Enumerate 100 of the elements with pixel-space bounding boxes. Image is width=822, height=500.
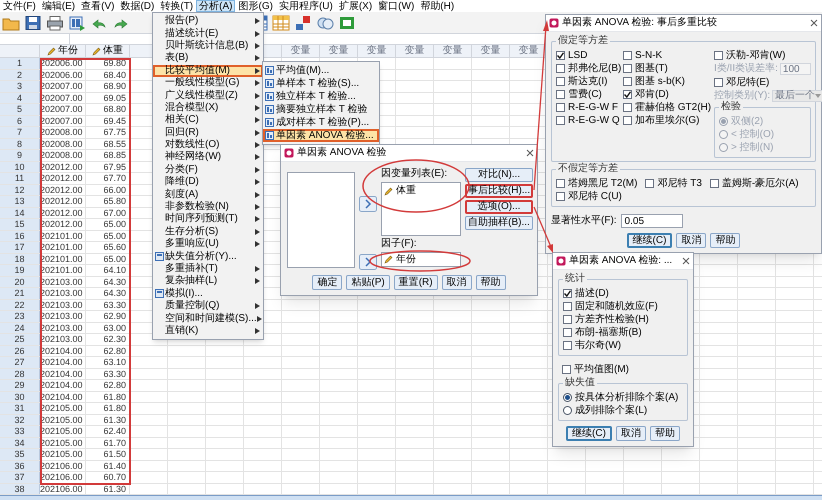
row-number[interactable]: 35 bbox=[0, 449, 40, 460]
move-arrow-button[interactable] bbox=[359, 196, 377, 212]
dialog-button[interactable]: 自助抽样(B)... bbox=[465, 216, 533, 230]
row-number[interactable]: 38 bbox=[0, 484, 40, 494]
row-number[interactable]: 9 bbox=[0, 150, 40, 160]
checkbox-label[interactable]: 邓肯(D) bbox=[635, 90, 669, 100]
dialog-button[interactable]: 取消 bbox=[442, 275, 472, 290]
checkbox[interactable] bbox=[556, 116, 565, 125]
checkbox[interactable] bbox=[623, 51, 632, 60]
list-box[interactable]: 体重 bbox=[381, 182, 461, 236]
row-number[interactable]: 14 bbox=[0, 208, 40, 218]
menu-item[interactable]: 单因素 ANOVA 检验... bbox=[263, 129, 379, 142]
dialog-button[interactable]: 粘贴(P) bbox=[346, 275, 390, 290]
row-number[interactable]: 4 bbox=[0, 92, 40, 103]
move-arrow-button[interactable] bbox=[359, 254, 377, 270]
menu-bar-item[interactable]: 分析(A) bbox=[196, 0, 236, 12]
checkbox[interactable] bbox=[714, 51, 723, 60]
row-number[interactable]: 33 bbox=[0, 426, 40, 436]
row-number[interactable]: 19 bbox=[0, 265, 40, 276]
dialog-button[interactable]: 帮助 bbox=[476, 275, 506, 290]
checkbox-label[interactable]: 韦尔奇(W) bbox=[575, 340, 622, 350]
menu-bar-item[interactable]: 数据(D) bbox=[117, 0, 158, 12]
checkbox-label[interactable]: 描述(D) bbox=[575, 288, 609, 298]
checkbox-label[interactable]: 固定和随机效应(F) bbox=[575, 302, 658, 312]
dialog-button[interactable]: 事后比较(H)... bbox=[465, 184, 533, 198]
radio-label[interactable]: 成列排除个案(L) bbox=[575, 406, 648, 416]
row-number[interactable]: 15 bbox=[0, 219, 40, 230]
menu-item[interactable]: 刻度(A) bbox=[153, 188, 263, 201]
framed-window-icon[interactable] bbox=[338, 14, 356, 30]
checkbox[interactable] bbox=[556, 179, 565, 188]
checkbox-label[interactable]: 方差齐性检验(H) bbox=[575, 314, 649, 324]
checkbox-label[interactable]: 沃勒-邓肯(W) bbox=[726, 50, 786, 60]
radio-button[interactable] bbox=[563, 406, 572, 415]
checkbox-label[interactable]: 霍赫伯格 GT2(H) bbox=[635, 102, 712, 112]
checkbox-label[interactable]: 加布里埃尔(G) bbox=[635, 116, 700, 126]
menu-bar-item[interactable]: 窗口(W) bbox=[375, 0, 418, 12]
checkbox[interactable] bbox=[563, 328, 572, 337]
dialog-button[interactable]: 选项(O)... bbox=[465, 200, 533, 214]
menu-item[interactable]: 相关(C) bbox=[153, 114, 263, 127]
row-number[interactable]: 21 bbox=[0, 288, 40, 298]
input-field[interactable]: 0.05 bbox=[620, 214, 683, 228]
checkbox[interactable] bbox=[710, 179, 719, 188]
input-field[interactable]: 年份 bbox=[381, 252, 461, 267]
row-number[interactable]: 6 bbox=[0, 116, 40, 126]
checkbox[interactable] bbox=[556, 90, 565, 99]
dialog-button[interactable]: 确定 bbox=[312, 275, 342, 290]
menu-item[interactable]: 广义线性模型(Z) bbox=[153, 89, 263, 102]
menu-item[interactable]: 分类(F) bbox=[153, 164, 263, 176]
row-number[interactable]: 29 bbox=[0, 380, 40, 390]
row-number[interactable]: 36 bbox=[0, 460, 40, 471]
checkbox-label[interactable]: LSD bbox=[568, 50, 588, 60]
variable-list[interactable] bbox=[287, 172, 355, 268]
row-number[interactable]: 32 bbox=[0, 414, 40, 425]
save-icon[interactable] bbox=[24, 14, 42, 30]
menu-item[interactable]: 多重响应(U) bbox=[153, 238, 263, 250]
close-icon[interactable] bbox=[810, 19, 818, 27]
menu-item[interactable]: 独立样本 T 检验... bbox=[263, 90, 379, 103]
menu-item[interactable]: 比较平均值(M) bbox=[153, 64, 263, 77]
row-number[interactable]: 34 bbox=[0, 438, 40, 448]
menu-bar-item[interactable]: 帮助(H) bbox=[417, 0, 458, 12]
checkbox[interactable] bbox=[563, 302, 572, 311]
menu-item[interactable]: 对数线性(O) bbox=[153, 138, 263, 152]
menu-item[interactable]: 复杂抽样(L) bbox=[153, 275, 263, 288]
checkbox[interactable] bbox=[623, 103, 632, 112]
menu-bar-item[interactable]: 图形(G) bbox=[235, 0, 276, 12]
dialog-button[interactable]: 帮助 bbox=[650, 426, 680, 441]
row-number[interactable]: 1 bbox=[0, 58, 40, 68]
row-number[interactable]: 20 bbox=[0, 276, 40, 287]
menu-item[interactable]: 一般线性模型(G) bbox=[153, 76, 263, 90]
row-number[interactable]: 24 bbox=[0, 322, 40, 333]
menu-item[interactable]: 直销(K) bbox=[153, 324, 263, 338]
checkbox-label[interactable]: R-E-G-W F bbox=[568, 102, 618, 112]
list-item[interactable]: 体重 bbox=[384, 185, 458, 197]
menu-item[interactable]: 成对样本 T 检验(P)... bbox=[263, 116, 379, 129]
menu-bar-item[interactable]: 编辑(E) bbox=[38, 0, 78, 12]
checkbox-label[interactable]: 平均值图(M) bbox=[574, 364, 629, 374]
checkbox-label[interactable]: 邦弗伦尼(B) bbox=[568, 64, 622, 74]
row-number[interactable]: 5 bbox=[0, 104, 40, 114]
row-number[interactable]: 25 bbox=[0, 334, 40, 344]
radio-button[interactable] bbox=[563, 393, 572, 402]
row-number[interactable]: 2 bbox=[0, 70, 40, 80]
checkbox-label[interactable]: R-E-G-W Q bbox=[568, 116, 620, 126]
checkbox[interactable] bbox=[714, 78, 723, 87]
row-number[interactable]: 13 bbox=[0, 196, 40, 206]
row-number[interactable]: 22 bbox=[0, 300, 40, 310]
menu-item[interactable]: 回归(R) bbox=[153, 126, 263, 139]
row-number[interactable]: 28 bbox=[0, 368, 40, 379]
circles-icon[interactable] bbox=[316, 14, 334, 30]
print-icon[interactable] bbox=[46, 14, 64, 30]
checkbox[interactable] bbox=[563, 341, 572, 350]
row-number[interactable]: 3 bbox=[0, 81, 40, 92]
menu-bar-item[interactable]: 转换(T) bbox=[157, 0, 196, 12]
menu-item[interactable]: 缺失值分析(Y)... bbox=[153, 250, 263, 263]
row-number[interactable]: 10 bbox=[0, 162, 40, 172]
dialog-button[interactable]: 继续(C) bbox=[626, 233, 672, 248]
row-number[interactable]: 26 bbox=[0, 346, 40, 356]
menu-item[interactable]: 生存分析(S) bbox=[153, 226, 263, 238]
checkbox[interactable] bbox=[556, 51, 565, 60]
grid-icon[interactable] bbox=[272, 14, 290, 30]
checkbox-label[interactable]: 邓尼特(E) bbox=[726, 78, 770, 88]
